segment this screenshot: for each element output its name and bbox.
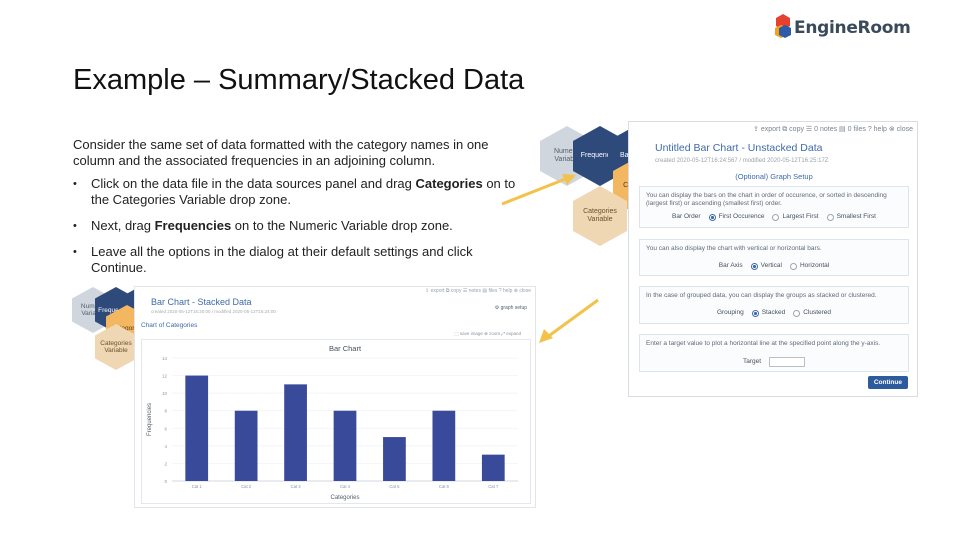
chart-window-title: Bar Chart - Stacked Data — [151, 297, 252, 307]
instruction-list: Click on the data file in the data sourc… — [73, 176, 523, 276]
bar — [185, 375, 209, 481]
x-tick-label: Cat 1 — [192, 484, 203, 489]
target-card: Enter a target value to plot a horizonta… — [639, 334, 909, 372]
dialog-meta: created 2020-05-12T16:24:567 / modified … — [655, 158, 829, 164]
slide-title: Example – Summary/Stacked Data — [73, 64, 525, 96]
bar-chart-svg: Bar Chart 0 2 4 6 8 10 12 14 Cat 1 Cat 2 Cat 3 Cat 4… — [147, 344, 518, 501]
y-tick-label: 0 — [164, 479, 167, 484]
bar-axis-help: You can also display the chart with vert… — [646, 245, 822, 252]
bar-axis-label: Bar Axis — [718, 262, 743, 269]
bar-order-help: You can display the bars on the chart in… — [646, 192, 887, 207]
bar — [481, 454, 505, 481]
instruction-item: Next, drag Frequencies on to the Numeric… — [73, 218, 523, 234]
logo-hex-icon — [775, 14, 791, 38]
instruction-item: Click on the data file in the data sourc… — [73, 176, 523, 208]
dialog-toolbar[interactable]: ⇪ export ⧉ copy ☰ 0 notes ▤ 0 files ? he… — [753, 125, 913, 134]
chart-toolbar[interactable]: ⇪ export ⧉ copy ☰ notes ▤ files ? help ⊗… — [425, 288, 531, 294]
bar — [383, 437, 406, 481]
graph-setup-button[interactable]: ⚙ graph setup — [495, 305, 527, 311]
chart-window-meta: created 2020-05-12T16:20:00 / modified 2… — [151, 309, 276, 314]
bar-chart-dialog: ⇪ export ⧉ copy ☰ 0 notes ▤ 0 files ? he… — [628, 121, 918, 397]
x-axis-label: Categories — [330, 495, 359, 501]
grouping-card: In the case of grouped data, you can dis… — [639, 286, 909, 324]
arrow-to-chart-icon — [539, 298, 599, 343]
chart-of-categories-link[interactable]: Chart of Categories — [141, 322, 197, 329]
intro-text: Consider the same set of data formatted … — [73, 137, 489, 168]
target-input[interactable] — [769, 357, 806, 367]
x-tick-label: Cat 5 — [389, 484, 400, 489]
y-tick-label: 12 — [162, 374, 168, 379]
bar-axis-card: You can also display the chart with vert… — [639, 239, 909, 276]
radio-first-occurence[interactable]: First Occurence — [708, 213, 764, 221]
bar — [234, 410, 258, 481]
graph-setup-heading: (Optional) Graph Setup — [735, 172, 813, 181]
dialog-title: Untitled Bar Chart - Unstacked Data — [655, 142, 823, 154]
bar-chart-area: Bar Chart 0 2 4 6 8 10 12 14 Cat 1 Cat 2 Cat 3 Cat 4… — [141, 339, 531, 504]
y-tick-label: 8 — [164, 409, 167, 414]
bar-chart-screenshot: ⇪ export ⧉ copy ☰ notes ▤ files ? help ⊗… — [134, 286, 536, 508]
radio-smallest-first[interactable]: Smallest First — [826, 213, 876, 221]
x-tick-label: Cat 2 — [241, 484, 252, 489]
bar — [333, 410, 357, 481]
engineroom-logo: EngineRoom — [775, 14, 911, 42]
x-tick-label: Cat 4 — [340, 484, 351, 489]
bar — [432, 410, 456, 481]
radio-horizontal[interactable]: Horizontal — [789, 262, 829, 270]
x-tick-label: Cat 7 — [488, 484, 499, 489]
chart-title: Bar Chart — [329, 344, 362, 353]
radio-largest-first[interactable]: Largest First — [772, 213, 819, 221]
instruction-item: Leave all the options in the dialog at t… — [73, 244, 523, 276]
y-tick-label: 2 — [164, 461, 167, 466]
radio-stacked[interactable]: Stacked — [751, 309, 785, 317]
logo-text: EngineRoom — [794, 18, 911, 38]
bar-order-label: Bar Order — [672, 213, 701, 220]
bar-order-card: You can display the bars on the chart in… — [639, 186, 909, 228]
target-label: Target — [742, 358, 762, 365]
bar — [284, 384, 307, 481]
grouping-label: Grouping — [716, 309, 744, 316]
y-tick-label: 4 — [164, 444, 167, 449]
target-help: Enter a target value to plot a horizonta… — [646, 340, 881, 347]
radio-vertical[interactable]: Vertical — [750, 262, 782, 270]
continue-button[interactable]: Continue — [867, 376, 908, 389]
chart-tools[interactable]: ⬚ save image ⊕ zoom ⤢ expand — [454, 331, 521, 337]
radio-clustered[interactable]: Clustered — [793, 309, 831, 317]
y-tick-label: 14 — [162, 356, 168, 361]
x-tick-label: Cat 3 — [291, 484, 302, 489]
arrow-to-categories-icon — [501, 174, 576, 206]
x-tick-label: Cat 6 — [439, 484, 450, 489]
grouping-help: In the case of grouped data, you can dis… — [646, 292, 877, 299]
y-axis-label: Frequencies — [147, 403, 153, 436]
y-tick-label: 6 — [164, 426, 167, 431]
y-tick-label: 10 — [162, 391, 168, 396]
